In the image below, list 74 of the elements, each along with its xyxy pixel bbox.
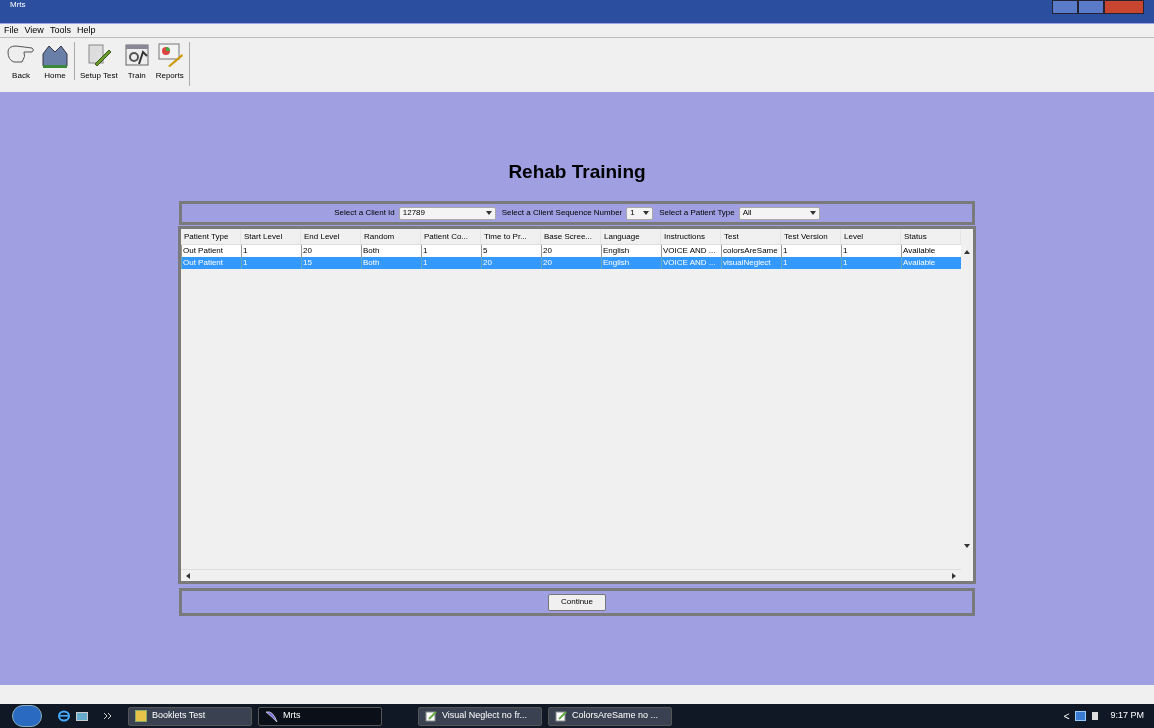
- caret-icon: [485, 210, 492, 216]
- horizontal-scrollbar[interactable]: [181, 569, 961, 581]
- filter-label: Select a Client Id: [334, 207, 395, 219]
- toolbar-button[interactable]: Home: [41, 42, 69, 80]
- menu-item[interactable]: Help: [76, 23, 96, 38]
- column-header[interactable]: Test: [721, 229, 781, 244]
- window-title: Mrts: [10, 0, 26, 10]
- dropdown[interactable]: 1: [626, 206, 654, 220]
- menu-item[interactable]: File: [4, 23, 19, 38]
- table-cell: 1: [421, 257, 481, 269]
- taskbar-button[interactable]: Mrts: [258, 706, 382, 726]
- start-button[interactable]: [12, 705, 42, 727]
- column-header[interactable]: Base Scree...: [541, 229, 601, 244]
- continue-button[interactable]: Continue: [548, 593, 606, 611]
- scroll-up-icon: [964, 249, 970, 255]
- table-cell: visualNeglect: [721, 257, 781, 269]
- caret-icon: [643, 210, 650, 216]
- column-header[interactable]: Test Version: [781, 229, 841, 244]
- menu-item[interactable]: View: [24, 23, 44, 38]
- taskbar-button[interactable]: ColorsAreSame no ...: [548, 706, 672, 726]
- caret-icon: [809, 210, 816, 216]
- column-header[interactable]: Language: [601, 229, 661, 244]
- table-cell: VOICE AND ...: [661, 257, 721, 269]
- page-heading: Rehab Training: [508, 162, 646, 181]
- toolbar-button[interactable]: Back: [6, 42, 36, 80]
- table-cell: Both: [361, 257, 421, 269]
- browser-icon[interactable]: [58, 710, 70, 722]
- taskbar-button[interactable]: Visual Neglect no fr...: [418, 706, 542, 726]
- scroll-down-icon: [964, 543, 970, 549]
- table-row[interactable]: Out Patient 1 20 Both 1 5 20 English VOICE AND ... colorsAreSame 1 1 Available: [181, 245, 961, 257]
- notepad-icon: [555, 710, 567, 722]
- table-cell: 15: [301, 257, 361, 269]
- dropdown[interactable]: All: [738, 206, 820, 220]
- scroll-left-icon: [185, 572, 191, 579]
- column-header[interactable]: Patient Type: [181, 229, 241, 244]
- clock[interactable]: 9:17 PM: [1110, 709, 1144, 723]
- column-header[interactable]: End Level: [301, 229, 361, 244]
- table-cell: Available: [901, 257, 961, 269]
- scroll-right-icon: [951, 572, 957, 579]
- column-header[interactable]: Instructions: [661, 229, 721, 244]
- column-header[interactable]: Level: [841, 229, 901, 244]
- toolbar-button[interactable]: Setup Test: [80, 42, 118, 80]
- table-cell: 1: [781, 257, 841, 269]
- speaker-icon[interactable]: [1092, 712, 1099, 720]
- table-cell: 1: [841, 257, 901, 269]
- desktop-icon[interactable]: [76, 711, 88, 721]
- table-cell: 20: [481, 257, 541, 269]
- taskbar-button[interactable]: Booklets Test: [128, 706, 252, 726]
- column-header[interactable]: Status: [901, 229, 961, 244]
- tray-arrow[interactable]: <: [1063, 708, 1070, 724]
- filter-label: Select a Patient Type: [659, 207, 735, 219]
- column-header[interactable]: Patient Co...: [421, 229, 481, 244]
- column-header[interactable]: Start Level: [241, 229, 301, 244]
- table-cell: Out Patient: [181, 257, 241, 269]
- minimize-button[interactable]: [1052, 0, 1078, 14]
- toolbar-button[interactable]: Reports: [155, 42, 184, 80]
- notepad-icon: [425, 710, 437, 722]
- dropdown[interactable]: 12789: [398, 206, 496, 220]
- folder-icon: [135, 710, 147, 722]
- maximize-button[interactable]: [1078, 0, 1104, 14]
- chart-easel-icon: [155, 42, 184, 68]
- filter-label: Select a Client Sequence Number: [501, 207, 623, 219]
- column-header[interactable]: Time to Pr...: [481, 229, 541, 244]
- expand-icon[interactable]: [104, 713, 112, 719]
- table-cell: 20: [541, 257, 601, 269]
- network-icon[interactable]: [1075, 711, 1087, 721]
- toolbar-button[interactable]: Train: [122, 42, 151, 80]
- app-logo-icon: [265, 709, 278, 723]
- gears-window-icon: [122, 42, 151, 68]
- table-cell: English: [601, 257, 661, 269]
- menu-item[interactable]: Tools: [49, 23, 71, 38]
- table-cell: 1: [241, 257, 301, 269]
- column-header[interactable]: Random: [361, 229, 421, 244]
- close-button[interactable]: [1104, 0, 1144, 14]
